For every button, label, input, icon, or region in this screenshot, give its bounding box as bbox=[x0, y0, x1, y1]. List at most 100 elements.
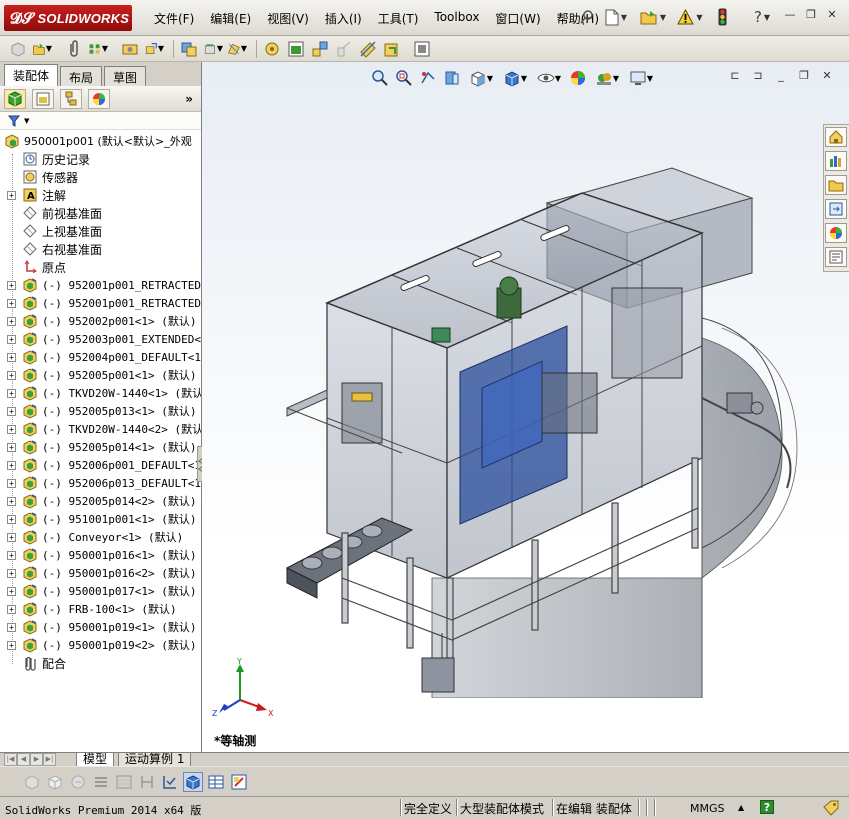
expand-icon[interactable]: + bbox=[7, 352, 16, 362]
hide-show-items-button[interactable]: ▼ bbox=[534, 68, 564, 88]
tree-item-component[interactable]: + (-) 952005p001<1> (默认) bbox=[0, 366, 201, 384]
restore-icon[interactable]: ❐ bbox=[796, 69, 812, 85]
tree-item-component[interactable]: + (-) 950001p019<1> (默认) bbox=[0, 618, 201, 636]
tree-item-component[interactable]: + (-) 952001p001_RETRACTED<1 bbox=[0, 276, 201, 294]
file-explorer-tab[interactable] bbox=[825, 175, 847, 195]
view-tool-7-button[interactable] bbox=[160, 772, 180, 792]
zoom-to-fit-button[interactable] bbox=[370, 68, 390, 88]
view-settings-button[interactable]: ▼ bbox=[626, 68, 656, 88]
section-view-button[interactable] bbox=[442, 68, 462, 88]
tree-item-component[interactable]: + (-) 952006p013_DEFAULT<1> bbox=[0, 474, 201, 492]
tree-item-component[interactable]: + (-) 950001p017<1> (默认) bbox=[0, 582, 201, 600]
view-tool-3-button[interactable] bbox=[68, 772, 88, 792]
open-document-button[interactable]: ▼ bbox=[636, 6, 670, 28]
menu-insert[interactable]: 插入(I) bbox=[317, 9, 370, 28]
status-large-assembly-mode[interactable]: 大型装配体模式 bbox=[460, 800, 544, 817]
menu-tools[interactable]: 工具(T) bbox=[370, 9, 427, 28]
expand-icon[interactable]: + bbox=[7, 622, 16, 632]
next-tab-icon[interactable]: ▶ bbox=[30, 753, 43, 766]
apply-scene-button[interactable]: ▼ bbox=[592, 68, 622, 88]
last-tab-icon[interactable]: ▶| bbox=[43, 753, 56, 766]
instant3d-button[interactable] bbox=[382, 39, 402, 59]
expand-icon[interactable]: + bbox=[7, 316, 16, 326]
expand-icon[interactable]: + bbox=[7, 514, 16, 524]
expand-icon[interactable]: + bbox=[7, 568, 16, 578]
expand-icon[interactable]: + bbox=[7, 532, 16, 542]
more-tabs-icon[interactable]: » bbox=[185, 92, 193, 106]
tree-item-component[interactable]: + (-) 950001p019<2> (默认) bbox=[0, 636, 201, 654]
tree-item-component[interactable]: + (-) 952005p014<1> (默认) bbox=[0, 438, 201, 456]
edit-appearance-button[interactable] bbox=[568, 68, 588, 88]
menu-toolbox[interactable]: Toolbox bbox=[426, 9, 487, 28]
tree-item-annotation[interactable]: + A 注解 bbox=[0, 186, 201, 204]
menu-view[interactable]: 视图(V) bbox=[259, 9, 317, 28]
tree-root-assembly[interactable]: 950001p001 (默认<默认>_外观 bbox=[0, 132, 201, 150]
expand-icon[interactable]: + bbox=[7, 640, 16, 650]
close-icon[interactable]: ✕ bbox=[819, 69, 835, 85]
tree-item-component[interactable]: + (-) FRB-100<1> (默认) bbox=[0, 600, 201, 618]
view-tool-4-button[interactable] bbox=[91, 772, 111, 792]
tree-item-component[interactable]: + (-) 952003p001_EXTENDED<1> bbox=[0, 330, 201, 348]
tree-item-component[interactable]: + (-) 952002p001<1> (默认) bbox=[0, 312, 201, 330]
tree-item-history[interactable]: 历史记录 bbox=[0, 150, 201, 168]
tree-item-plane[interactable]: 右视基准面 bbox=[0, 240, 201, 258]
tree-item-component[interactable]: + (-) 952005p014<2> (默认) bbox=[0, 492, 201, 510]
tree-item-component[interactable]: + (-) 952005p013<1> (默认) bbox=[0, 402, 201, 420]
menu-window[interactable]: 窗口(W) bbox=[487, 9, 548, 28]
menu-edit[interactable]: 编辑(E) bbox=[202, 9, 259, 28]
solidworks-logo[interactable]: 𝓓𝓢 SOLIDWORKS bbox=[4, 5, 132, 31]
tree-item-component[interactable]: + (-) 952006p001_DEFAULT<1> bbox=[0, 456, 201, 474]
expand-icon[interactable]: + bbox=[7, 586, 16, 596]
tab-motion-study[interactable]: 运动算例 1 bbox=[118, 753, 192, 767]
minimize-icon[interactable]: — bbox=[781, 8, 799, 24]
smart-fasteners-button[interactable] bbox=[120, 39, 140, 59]
units-arrow-icon[interactable]: ▲ bbox=[738, 803, 744, 812]
exploded-view-button[interactable] bbox=[310, 39, 330, 59]
view-tool-10-button[interactable] bbox=[229, 772, 249, 792]
menu-file[interactable]: 文件(F) bbox=[146, 9, 202, 28]
new-motion-study-button[interactable] bbox=[262, 39, 282, 59]
tree-item-component[interactable]: + (-) TKVD20W-1440<2> (默认) bbox=[0, 420, 201, 438]
explode-line-sketch-button[interactable] bbox=[334, 39, 354, 59]
graphics-area[interactable]: ▼ ▼ ▼ ▼ ▼ ⊏ ⊐ _ ❐ ✕ Y X Z *等轴测 bbox=[202, 62, 849, 752]
display-style-button[interactable]: ▼ bbox=[500, 68, 530, 88]
view-palette-tab[interactable] bbox=[825, 199, 847, 219]
display-manager-tab[interactable] bbox=[88, 88, 110, 109]
tree-item-sensor[interactable]: 传感器 bbox=[0, 168, 201, 186]
tree-item-component[interactable]: + (-) 950001p016<1> (默认) bbox=[0, 546, 201, 564]
view-tool-2-button[interactable] bbox=[45, 772, 65, 792]
tree-item-component[interactable]: + (-) 951001p001<1> (默认) bbox=[0, 510, 201, 528]
configuration-manager-tab[interactable] bbox=[60, 88, 82, 109]
traffic-light-icon[interactable] bbox=[710, 6, 734, 28]
tree-filter[interactable]: ▼ bbox=[0, 112, 201, 130]
split-horizontal-icon[interactable]: ⊏ bbox=[727, 69, 743, 85]
feature-tree-tab[interactable] bbox=[4, 88, 26, 109]
assembly-features-button[interactable]: ▼ bbox=[203, 39, 223, 59]
appearances-scenes-tab[interactable] bbox=[825, 223, 847, 243]
expand-icon[interactable]: + bbox=[7, 334, 16, 344]
expand-icon[interactable]: + bbox=[7, 460, 16, 470]
first-tab-icon[interactable]: |◀ bbox=[4, 753, 17, 766]
large-assembly-button[interactable] bbox=[412, 39, 432, 59]
assembly-model[interactable] bbox=[282, 158, 802, 698]
bill-of-materials-button[interactable] bbox=[286, 39, 306, 59]
tab-model[interactable]: 模型 bbox=[76, 753, 115, 767]
tab-sketch[interactable]: 草图 bbox=[104, 66, 147, 86]
view-orientation-button[interactable]: ▼ bbox=[466, 68, 496, 88]
mate-button[interactable] bbox=[64, 39, 84, 59]
property-manager-tab[interactable] bbox=[32, 88, 54, 109]
design-library-tab[interactable] bbox=[825, 151, 847, 171]
new-document-button[interactable]: ▼ bbox=[599, 6, 633, 28]
expand-icon[interactable]: + bbox=[7, 550, 16, 560]
pin-icon[interactable] bbox=[578, 6, 596, 28]
tree-item-component[interactable]: + (-) 952001p001_RETRACTED<2 bbox=[0, 294, 201, 312]
close-icon[interactable]: ✕ bbox=[823, 8, 841, 24]
expand-icon[interactable]: + bbox=[7, 424, 16, 434]
expand-icon[interactable]: + bbox=[7, 442, 16, 452]
show-hidden-button[interactable] bbox=[179, 39, 199, 59]
tree-item-component[interactable]: + (-) 952004p001_DEFAULT<1> bbox=[0, 348, 201, 366]
previous-view-button[interactable] bbox=[418, 68, 438, 88]
restore-icon[interactable]: ❐ bbox=[802, 8, 820, 24]
tag-icon[interactable] bbox=[822, 799, 840, 819]
view-tool-9-button[interactable] bbox=[206, 772, 226, 792]
